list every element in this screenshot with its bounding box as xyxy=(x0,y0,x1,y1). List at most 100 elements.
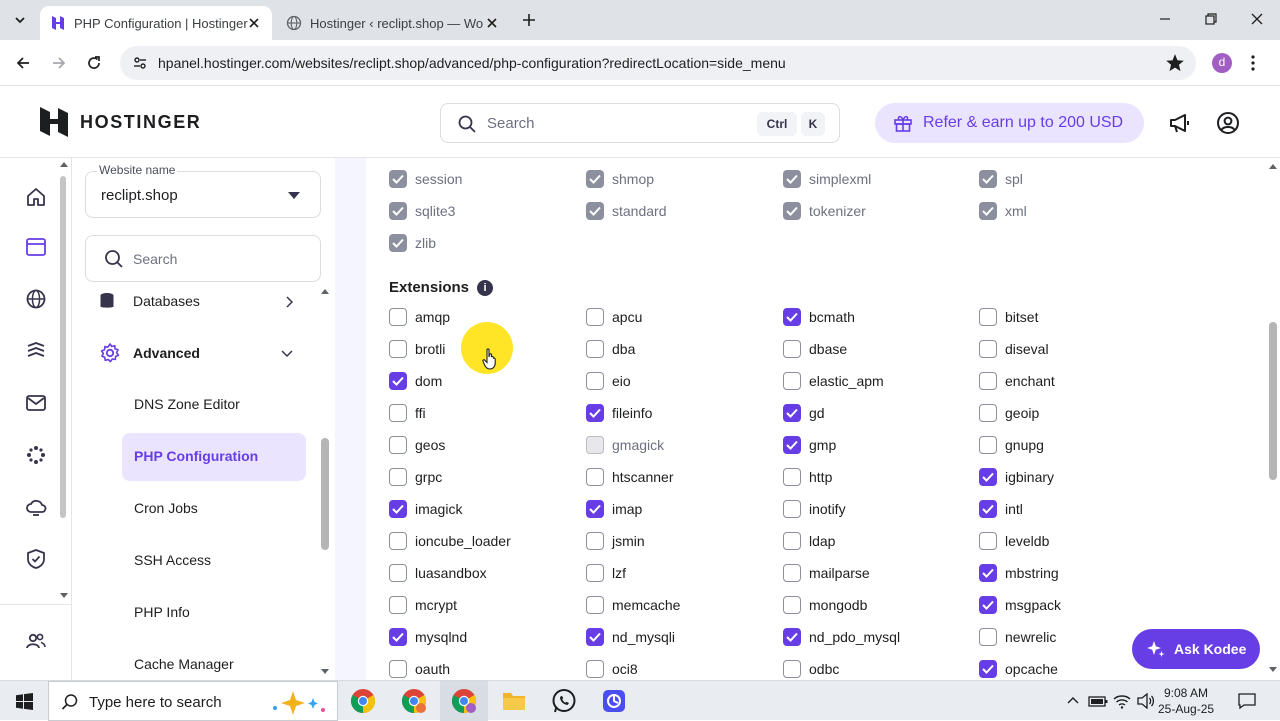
vps-cloud-icon[interactable] xyxy=(25,496,47,518)
new-tab-plus-icon[interactable] xyxy=(520,11,538,29)
checkbox-box[interactable] xyxy=(979,404,997,422)
tray-chevron-up-icon[interactable] xyxy=(1067,695,1079,705)
file-explorer-icon[interactable] xyxy=(500,687,528,715)
sidebar-item-ssh-access[interactable]: SSH Access xyxy=(134,552,211,568)
checkbox-geos[interactable]: geos xyxy=(389,436,445,454)
checkmark-icon[interactable] xyxy=(979,500,997,518)
megaphone-icon[interactable] xyxy=(1168,111,1192,135)
checkbox-inotify[interactable]: inotify xyxy=(783,500,846,518)
checkbox-box[interactable] xyxy=(389,532,407,550)
checkmark-icon[interactable] xyxy=(979,468,997,486)
checkbox-mongodb[interactable]: mongodb xyxy=(783,596,867,614)
website-select[interactable]: reclipt.shop xyxy=(85,171,321,218)
volume-icon[interactable] xyxy=(1137,693,1155,709)
browser-menu-dots-icon[interactable] xyxy=(1250,54,1256,72)
checkbox-box[interactable] xyxy=(979,532,997,550)
whatsapp-icon[interactable] xyxy=(550,687,578,715)
close-tab-icon[interactable] xyxy=(484,15,500,31)
sidebar-item-databases[interactable]: Databases xyxy=(99,292,293,310)
checkbox-box[interactable] xyxy=(783,340,801,358)
checkbox-box[interactable] xyxy=(389,308,407,326)
checkbox-htscanner[interactable]: htscanner xyxy=(586,468,673,486)
minimize-icon[interactable] xyxy=(1158,12,1172,26)
checkbox-intl[interactable]: intl xyxy=(979,500,1023,518)
address-bar[interactable]: hpanel.hostinger.com/websites/reclipt.sh… xyxy=(120,46,1196,80)
bookmark-star-icon[interactable] xyxy=(1166,54,1184,72)
notifications-icon[interactable] xyxy=(1238,692,1256,710)
checkbox-nd-pdo-mysql[interactable]: nd_pdo_mysql xyxy=(783,628,900,646)
checkbox-box[interactable] xyxy=(389,564,407,582)
checkbox-box[interactable] xyxy=(586,468,604,486)
checkbox-msgpack[interactable]: msgpack xyxy=(979,596,1061,614)
close-tab-icon[interactable] xyxy=(246,15,262,31)
checkbox-dba[interactable]: dba xyxy=(586,340,635,358)
checkbox-opcache[interactable]: opcache xyxy=(979,660,1058,678)
checkbox-box[interactable] xyxy=(389,436,407,454)
checkbox-box[interactable] xyxy=(783,564,801,582)
profile-avatar[interactable]: d xyxy=(1212,53,1232,73)
tab-php-configuration[interactable]: PHP Configuration | Hostinger xyxy=(40,6,272,40)
ask-kodee-button[interactable]: Ask Kodee xyxy=(1132,629,1260,669)
checkbox-box[interactable] xyxy=(783,468,801,486)
checkbox-box[interactable] xyxy=(586,660,604,678)
sidebar-item-advanced[interactable]: Advanced xyxy=(99,342,293,364)
checkbox-oauth[interactable]: oauth xyxy=(389,660,450,678)
info-icon[interactable]: i xyxy=(477,279,494,296)
checkbox-dbase[interactable]: dbase xyxy=(783,340,847,358)
checkbox-apcu[interactable]: apcu xyxy=(586,308,642,326)
account-icon[interactable] xyxy=(1216,111,1240,135)
checkmark-icon[interactable] xyxy=(586,500,604,518)
checkmark-icon[interactable] xyxy=(586,404,604,422)
checkbox-box[interactable] xyxy=(389,340,407,358)
hostinger-logo[interactable]: HOSTINGER xyxy=(40,107,201,137)
checkbox-box[interactable] xyxy=(586,596,604,614)
back-arrow-icon[interactable] xyxy=(14,54,32,72)
checkbox-jsmin[interactable]: jsmin xyxy=(586,532,645,550)
checkmark-icon[interactable] xyxy=(979,660,997,678)
checkbox-mcrypt[interactable]: mcrypt xyxy=(389,596,457,614)
checkbox-box[interactable] xyxy=(586,532,604,550)
checkbox-box[interactable] xyxy=(979,436,997,454)
checkbox-nd-mysqli[interactable]: nd_mysqli xyxy=(586,628,675,646)
security-shield-icon[interactable] xyxy=(25,548,47,570)
checkbox-odbc[interactable]: odbc xyxy=(783,660,839,678)
checkmark-icon[interactable] xyxy=(389,372,407,390)
app-purple-icon[interactable] xyxy=(600,687,628,715)
checkbox-box[interactable] xyxy=(586,564,604,582)
checkbox-dom[interactable]: dom xyxy=(389,372,442,390)
checkbox-mailparse[interactable]: mailparse xyxy=(783,564,870,582)
checkbox-imap[interactable]: imap xyxy=(586,500,642,518)
tab-wordpress[interactable]: Hostinger ‹ reclipt.shop — Wo xyxy=(276,6,510,40)
checkbox-box[interactable] xyxy=(979,340,997,358)
users-icon[interactable] xyxy=(25,630,47,652)
sidebar-item-cron-jobs[interactable]: Cron Jobs xyxy=(134,500,198,516)
sidebar-item-cache-manager[interactable]: Cache Manager xyxy=(134,656,234,672)
checkbox-diseval[interactable]: diseval xyxy=(979,340,1049,358)
checkmark-icon[interactable] xyxy=(783,308,801,326)
checkbox-eio[interactable]: eio xyxy=(586,372,631,390)
checkbox-gnupg[interactable]: gnupg xyxy=(979,436,1044,454)
checkbox-ffi[interactable]: ffi xyxy=(389,404,426,422)
chrome-icon[interactable] xyxy=(349,687,377,715)
email-icon[interactable] xyxy=(25,392,47,414)
checkbox-mysqlnd[interactable]: mysqlnd xyxy=(389,628,467,646)
checkmark-icon[interactable] xyxy=(783,436,801,454)
domains-globe-icon[interactable] xyxy=(25,288,47,310)
checkbox-box[interactable] xyxy=(586,372,604,390)
checkmark-icon[interactable] xyxy=(979,564,997,582)
scroll-down-arrow-icon[interactable] xyxy=(59,592,69,600)
sidebar-item-php-info[interactable]: PHP Info xyxy=(134,604,190,620)
checkbox-newrelic[interactable]: newrelic xyxy=(979,628,1056,646)
sidebar-scrollbar[interactable] xyxy=(321,438,329,550)
scroll-down-arrow-icon[interactable] xyxy=(1268,666,1278,674)
checkbox-enchant[interactable]: enchant xyxy=(979,372,1055,390)
checkbox-box[interactable] xyxy=(783,532,801,550)
chrome-profile-n-icon[interactable] xyxy=(400,687,428,715)
scroll-up-arrow-icon[interactable] xyxy=(1268,162,1278,170)
checkbox-geoip[interactable]: geoip xyxy=(979,404,1039,422)
scroll-up-arrow-icon[interactable] xyxy=(59,160,69,168)
checkmark-icon[interactable] xyxy=(783,628,801,646)
checkbox-box[interactable] xyxy=(783,372,801,390)
checkbox-box[interactable] xyxy=(389,596,407,614)
page-scrollbar[interactable] xyxy=(1266,158,1280,680)
